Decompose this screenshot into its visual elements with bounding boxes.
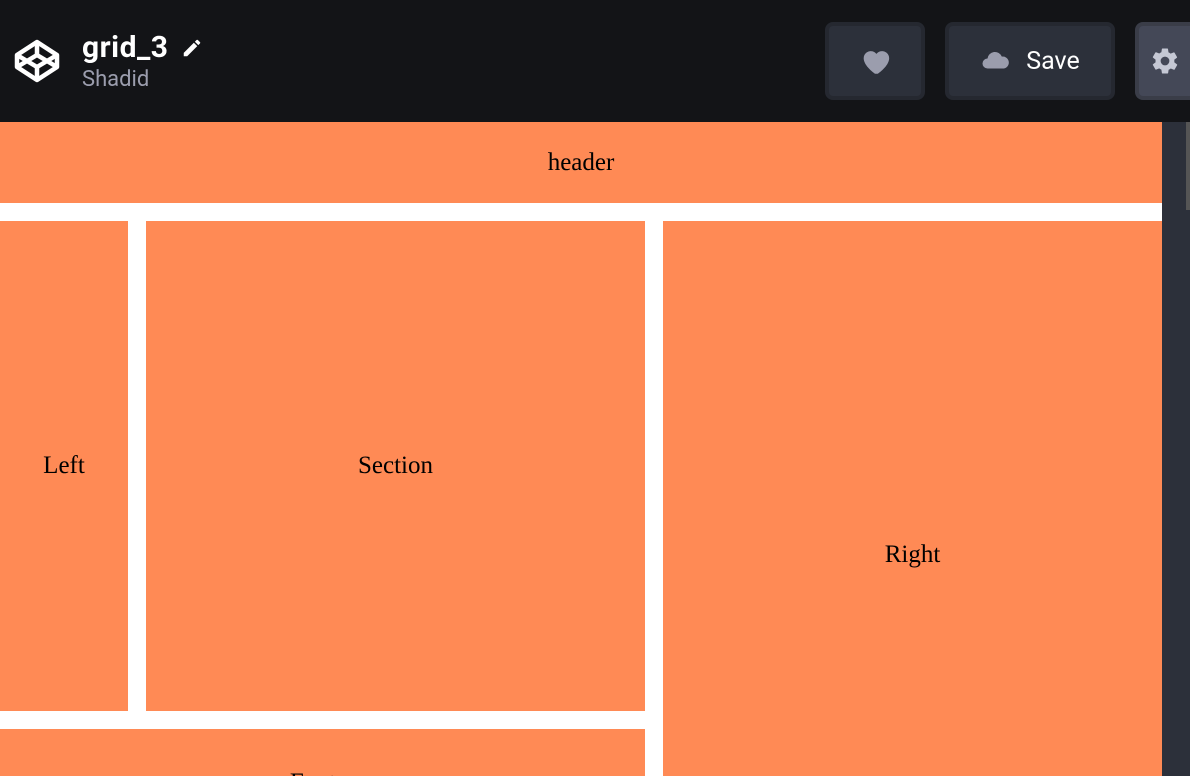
- preview-pane: header Left Section Right Footer: [0, 122, 1190, 776]
- preview-content: header Left Section Right Footer: [0, 122, 1162, 776]
- grid-section-box: Section: [146, 221, 645, 711]
- pen-title[interactable]: grid_3: [82, 30, 169, 65]
- grid-left-box: Left: [0, 221, 128, 711]
- grid-right-label: Right: [885, 541, 941, 569]
- pencil-icon[interactable]: [181, 37, 203, 59]
- like-button[interactable]: [825, 22, 925, 100]
- codepen-logo[interactable]: [10, 34, 64, 88]
- save-button[interactable]: Save: [945, 22, 1115, 100]
- grid-header-box: header: [0, 122, 1162, 203]
- grid-footer-label: Footer: [290, 769, 355, 776]
- grid-right-box: Right: [663, 221, 1162, 776]
- grid-header-label: header: [548, 149, 615, 177]
- cloud-icon: [980, 46, 1010, 76]
- scrollbar-thumb[interactable]: [1186, 122, 1190, 210]
- grid-left-label: Left: [43, 452, 85, 480]
- vertical-scrollbar[interactable]: [1162, 122, 1190, 776]
- css-grid-demo: header Left Section Right Footer: [0, 122, 1162, 776]
- heart-icon: [858, 44, 892, 78]
- app-header: grid_3 Shadid S: [0, 0, 1190, 122]
- grid-footer-box: Footer: [0, 729, 645, 776]
- grid-section-label: Section: [358, 452, 433, 480]
- header-left: grid_3 Shadid: [4, 30, 203, 92]
- pen-author[interactable]: Shadid: [82, 67, 203, 92]
- title-block: grid_3 Shadid: [82, 30, 203, 92]
- gear-icon: [1150, 46, 1180, 76]
- header-actions: Save: [825, 22, 1190, 100]
- title-row: grid_3: [82, 30, 203, 65]
- settings-button[interactable]: [1135, 22, 1190, 100]
- save-button-label: Save: [1026, 47, 1079, 76]
